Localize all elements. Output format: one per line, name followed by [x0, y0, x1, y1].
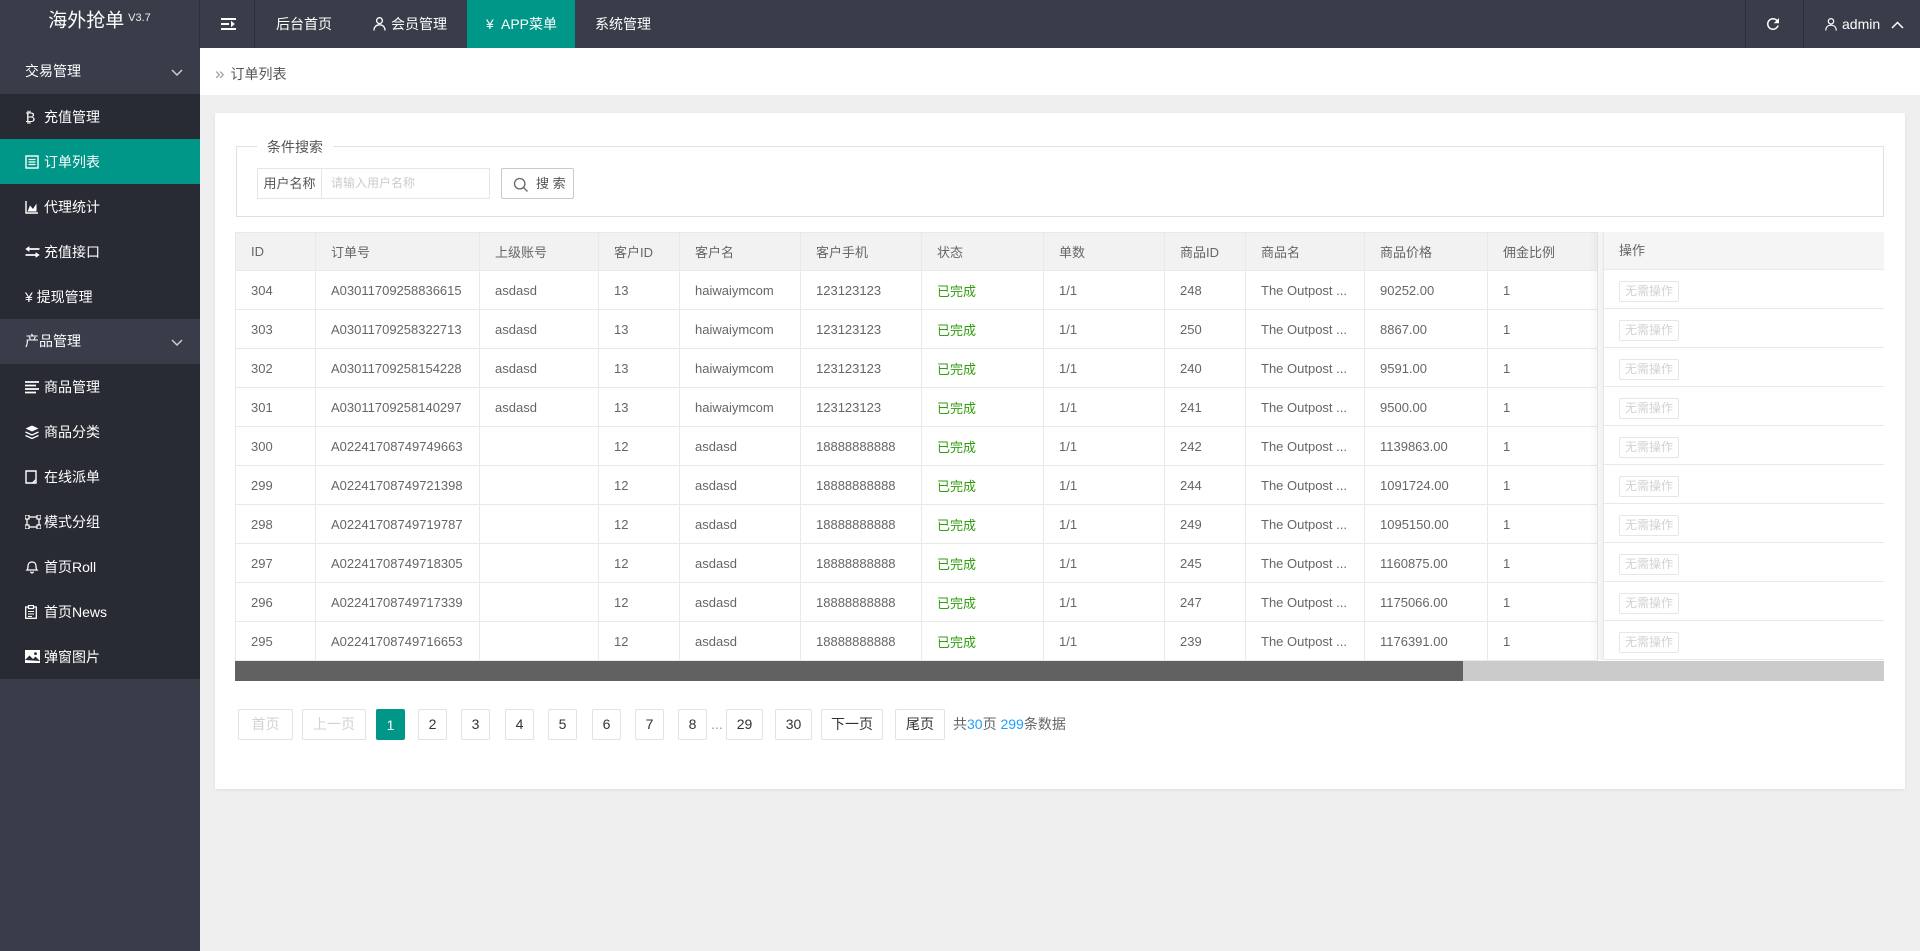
svg-text:₿: ₿ [25, 110, 35, 124]
